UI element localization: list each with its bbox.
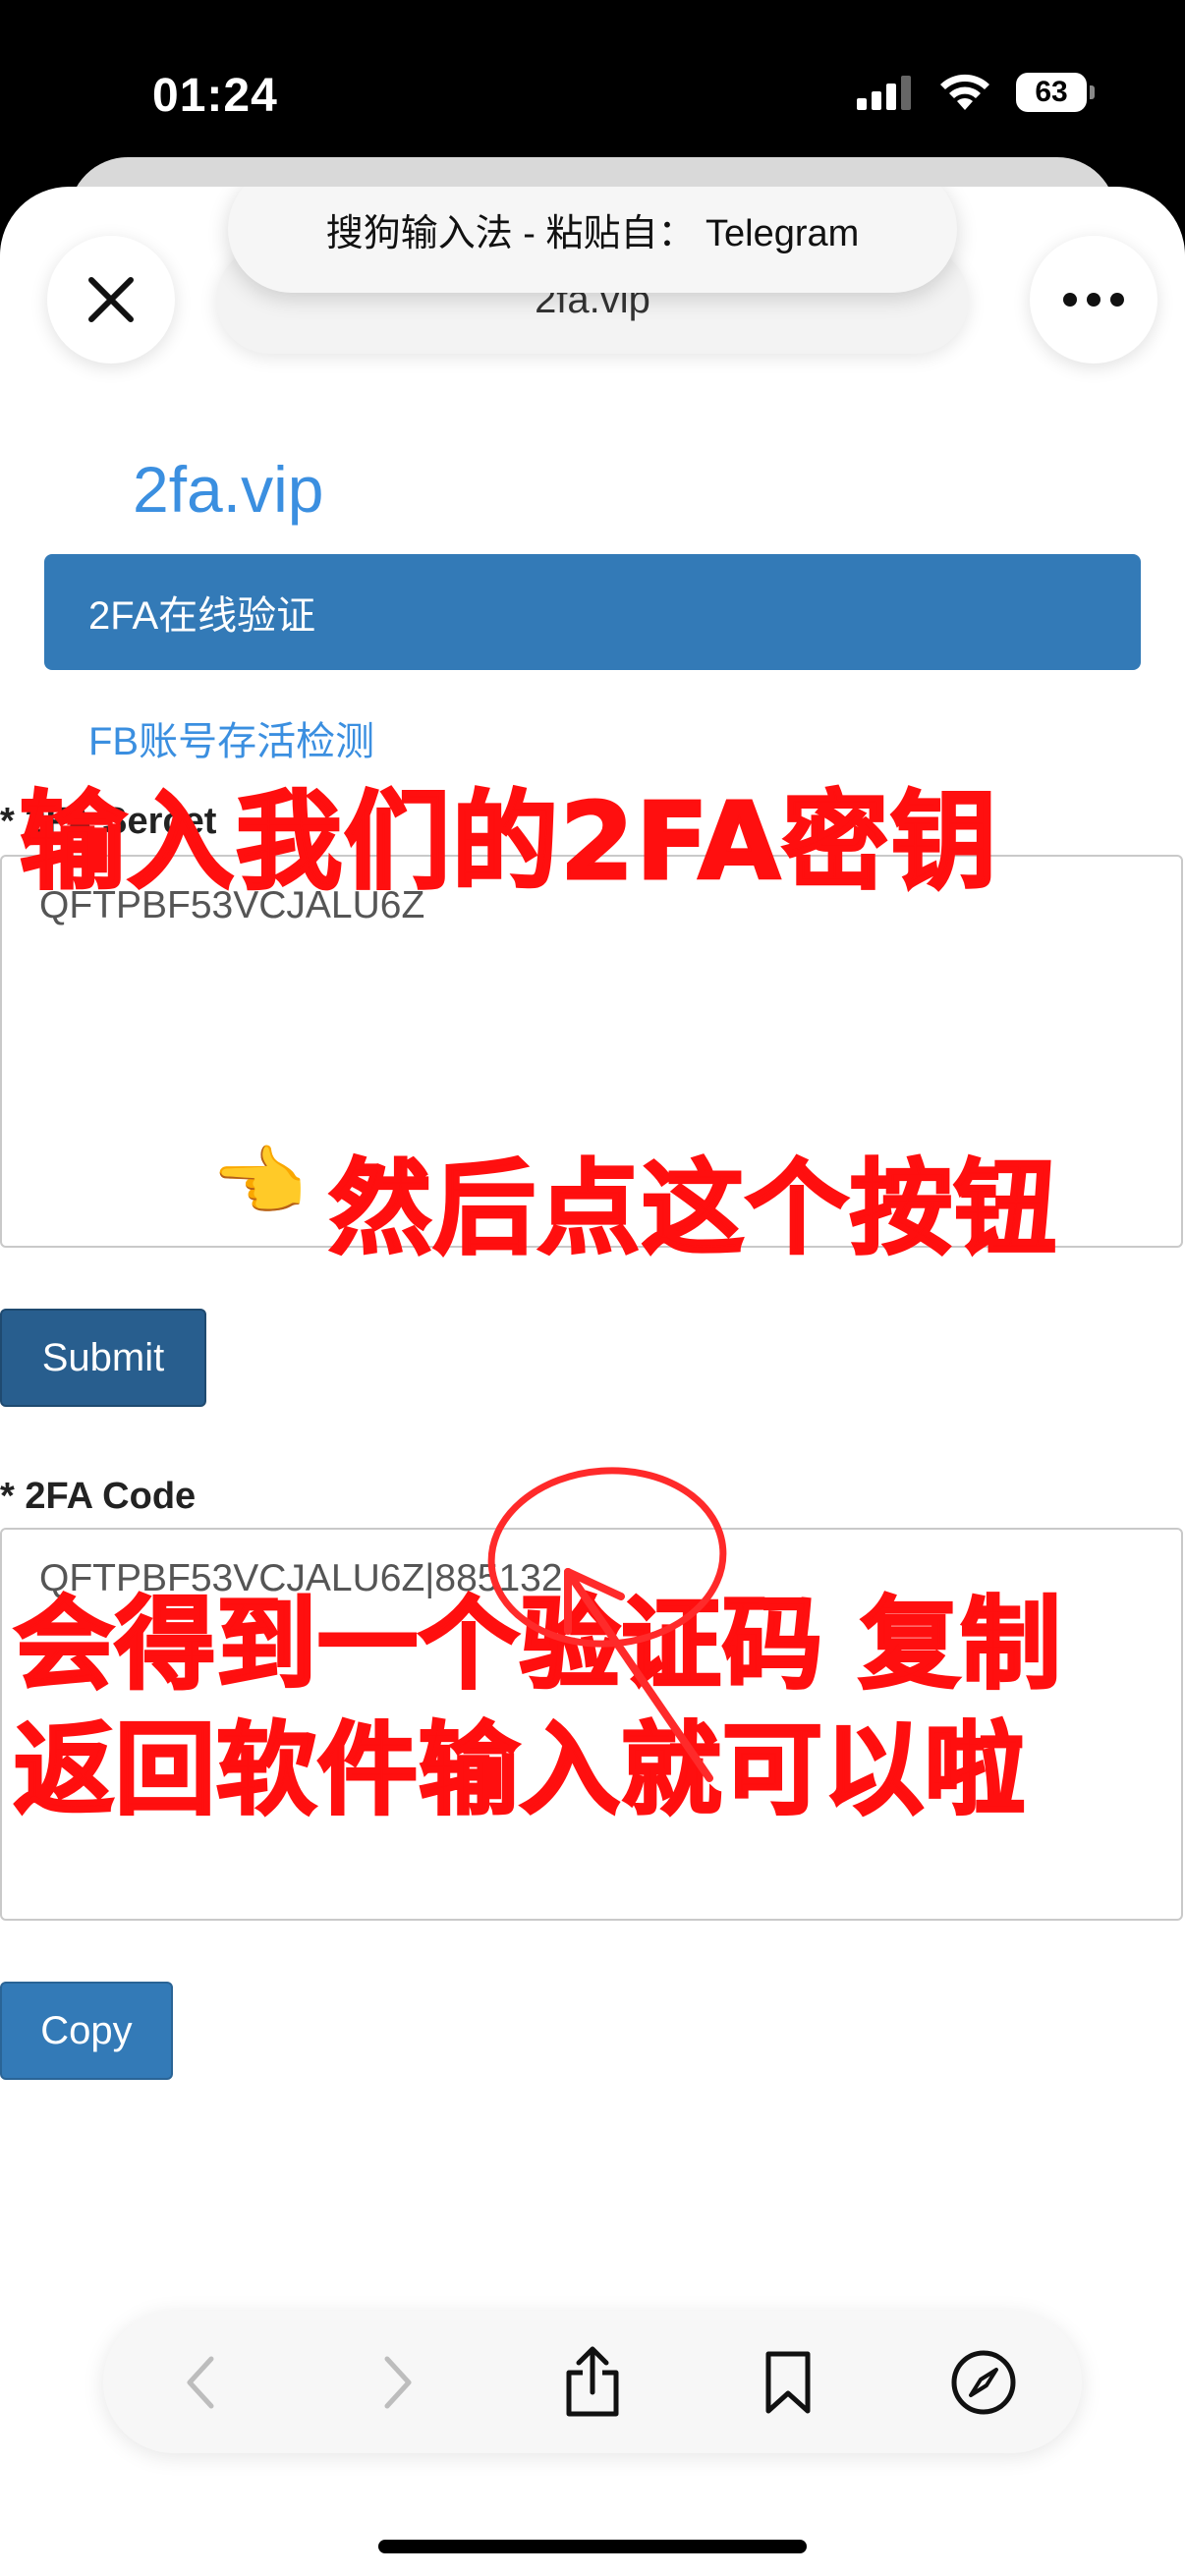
close-button[interactable] xyxy=(47,236,175,364)
annotation-step1: 输入我们的2FA密钥 xyxy=(18,780,999,906)
pointing-hand-icon: 👈 xyxy=(211,1139,308,1225)
nav-item-2fa-verify[interactable]: 2FA在线验证 xyxy=(44,554,1141,670)
bookmarks-button[interactable] xyxy=(739,2333,837,2432)
browser-toolbar xyxy=(103,2311,1082,2453)
submit-button[interactable]: Submit xyxy=(0,1309,206,1407)
share-button[interactable] xyxy=(543,2333,642,2432)
annotation-step3-line2: 返回软件输入就可以啦 xyxy=(13,1711,1027,1831)
compass-button[interactable] xyxy=(934,2333,1033,2432)
forward-button[interactable] xyxy=(348,2333,446,2432)
wifi-icon xyxy=(940,74,989,110)
annotation-step3-line1: 会得到一个验证码 复制 xyxy=(13,1586,1063,1706)
forward-icon xyxy=(384,2356,412,2408)
bookmarks-icon xyxy=(765,2351,811,2413)
home-indicator xyxy=(378,2540,807,2553)
close-icon xyxy=(88,277,134,322)
more-options-button[interactable] xyxy=(1030,236,1157,364)
status-icons: 63 xyxy=(855,73,1095,112)
back-icon xyxy=(187,2356,214,2408)
cellular-signal-icon xyxy=(857,76,911,110)
share-icon xyxy=(566,2346,619,2416)
code-label: * 2FA Code xyxy=(0,1476,197,1517)
battery-icon: 63 xyxy=(1016,73,1095,112)
status-time: 01:24 xyxy=(152,70,278,122)
annotation-step2: 然后点这个按钮 xyxy=(327,1148,1059,1270)
copy-button[interactable]: Copy xyxy=(0,1982,173,2080)
site-logo[interactable]: 2fa.vip xyxy=(133,452,323,527)
back-button[interactable] xyxy=(152,2333,251,2432)
more-icon xyxy=(1063,293,1124,307)
browser-sheet: 2fa.vip 搜狗输入法 - 粘贴自： Telegram 2fa.vip 2F… xyxy=(0,187,1185,2576)
paste-notification: 搜狗输入法 - 粘贴自： Telegram xyxy=(228,187,957,293)
compass-icon xyxy=(951,2350,1016,2414)
